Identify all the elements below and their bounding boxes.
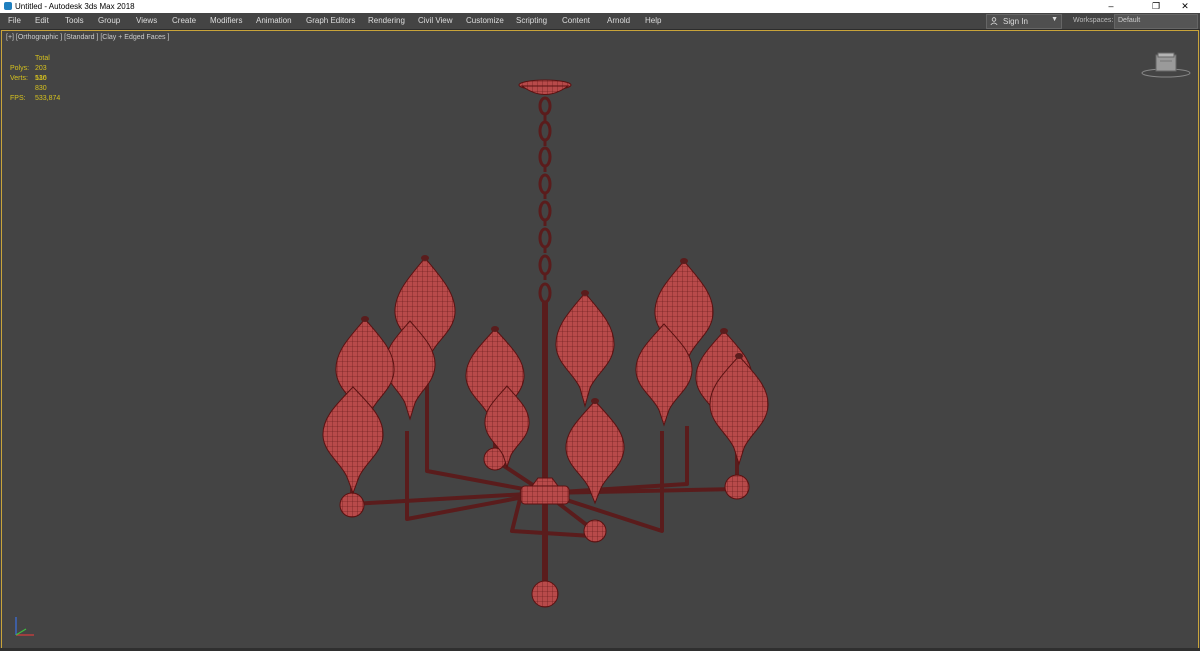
menu-modifiers[interactable]: Modifiers (210, 16, 242, 25)
menu-edit[interactable]: Edit (35, 16, 49, 25)
menu-group[interactable]: Group (98, 16, 120, 25)
menu-arnold[interactable]: Arnold (607, 16, 630, 25)
menu-civil-view[interactable]: Civil View (418, 16, 453, 25)
sign-in-label: Sign In (1003, 17, 1028, 26)
perspective-viewport[interactable]: [+] [Orthographic ] [Standard ] [Clay + … (1, 30, 1199, 649)
stats-polys-label: Polys: (10, 65, 30, 72)
chandelier-model (322, 79, 769, 608)
menu-scripting[interactable]: Scripting (516, 16, 547, 25)
menu-animation[interactable]: Animation (256, 16, 292, 25)
menu-customize[interactable]: Customize (466, 16, 504, 25)
window-title: Untitled - Autodesk 3ds Max 2018 (15, 2, 135, 11)
menu-bar: File Edit Tools Group Views Create Modif… (0, 13, 1200, 30)
menu-create[interactable]: Create (172, 16, 196, 25)
menu-content[interactable]: Content (562, 16, 590, 25)
minimize-button[interactable]: – (1096, 0, 1126, 13)
title-bar: Untitled - Autodesk 3ds Max 2018 – ❐ ✕ (0, 0, 1200, 13)
restore-button[interactable]: ❐ (1141, 0, 1171, 13)
viewport-label-menu[interactable]: [+] [Orthographic ] [Standard ] [Clay + … (6, 34, 169, 41)
close-button[interactable]: ✕ (1170, 0, 1200, 13)
menu-tools[interactable]: Tools (65, 16, 84, 25)
chevron-down-icon: ▼ (1051, 16, 1058, 23)
stats-total-header: Total (35, 55, 50, 62)
menu-graph-editors[interactable]: Graph Editors (306, 16, 355, 25)
stats-fps-value: 533,874 (35, 95, 61, 102)
stats-verts-label: Verts: (10, 75, 28, 82)
app-icon[interactable] (4, 2, 12, 10)
viewcube-icon[interactable] (1140, 51, 1192, 79)
sign-in-dropdown[interactable]: Sign In ▼ (986, 14, 1062, 29)
workspaces-select[interactable]: Default (1114, 14, 1198, 29)
workspaces-value: Default (1118, 17, 1141, 24)
axis-tripod-icon (15, 617, 34, 636)
menu-help[interactable]: Help (645, 16, 661, 25)
menu-views[interactable]: Views (136, 16, 157, 25)
stats-fps-label: FPS: (10, 95, 26, 102)
menu-file[interactable]: File (8, 16, 21, 25)
menu-rendering[interactable]: Rendering (368, 16, 405, 25)
workspaces-label: Workspaces: (1073, 17, 1114, 24)
user-icon (990, 17, 998, 25)
stats-verts-value: 130 830 (35, 75, 47, 92)
